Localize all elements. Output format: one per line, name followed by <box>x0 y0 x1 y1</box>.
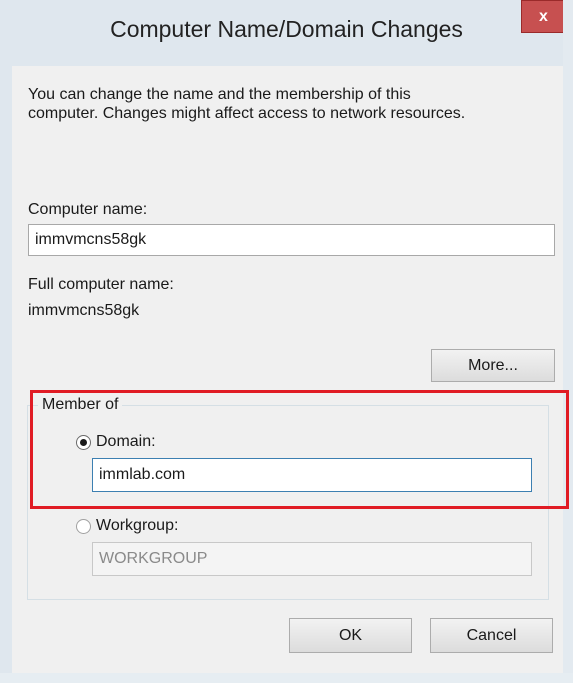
more-button[interactable]: More... <box>431 349 555 382</box>
computer-name-input[interactable]: immvmcns58gk <box>28 224 555 256</box>
title-bar: Computer Name/Domain Changes x <box>0 0 573 66</box>
workgroup-input[interactable]: WORKGROUP <box>92 542 532 576</box>
ok-button[interactable]: OK <box>289 618 412 653</box>
description-line-2: computer. Changes might affect access to… <box>28 105 466 122</box>
full-computer-name-label: Full computer name: <box>28 276 174 293</box>
close-button[interactable]: x <box>521 0 566 33</box>
cancel-button[interactable]: Cancel <box>430 618 553 653</box>
window-frame-right <box>563 0 573 683</box>
member-of-label: Member of <box>38 396 123 414</box>
description-line-1: You can change the name and the membersh… <box>28 86 411 103</box>
window-frame-left <box>0 0 12 683</box>
domain-label: Domain: <box>96 433 156 450</box>
domain-radio-dot <box>80 439 87 446</box>
workgroup-label: Workgroup: <box>96 517 179 534</box>
computer-name-label: Computer name: <box>28 201 148 218</box>
full-computer-name-value: immvmcns58gk <box>28 302 140 319</box>
window-title: Computer Name/Domain Changes <box>110 16 463 42</box>
dialog-window: Computer Name/Domain Changes x You can c… <box>0 0 573 683</box>
window-frame-bottom <box>0 673 573 683</box>
domain-radio[interactable] <box>76 435 91 450</box>
workgroup-radio[interactable] <box>76 519 91 534</box>
domain-input[interactable]: immlab.com <box>92 458 532 492</box>
close-icon: x <box>539 7 548 25</box>
